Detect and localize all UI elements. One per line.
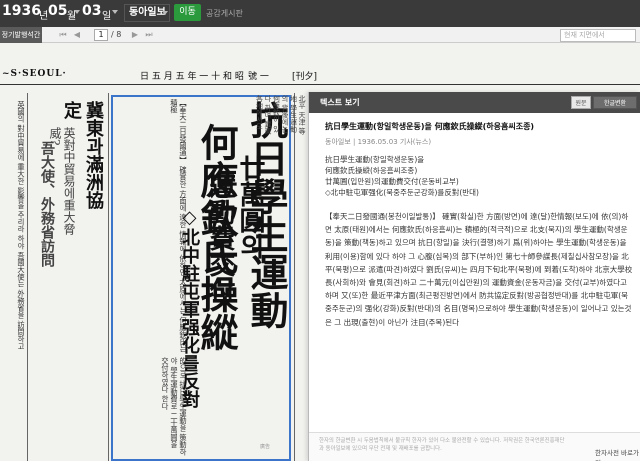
- masthead-seoul: ~S·SEOUL·: [2, 69, 67, 79]
- subhead-line: 廿萬圓(입만원)의運動費交付(운동비교부): [325, 177, 459, 186]
- text-view-panel: 텍스트 보기 원문 한글변환 抗日學生運動(항일학생운동)을 何應欽氏操縱(하응…: [308, 92, 640, 461]
- masthead-date: 日 五 月 五 年 一 十 和 昭: [140, 72, 244, 82]
- chevron-down-icon[interactable]: [74, 10, 80, 14]
- left-headline-third: 吾大使、外務省訪問: [39, 141, 55, 267]
- date-navigation-bar: 1936 년 05 월 03 일 동아일보 이동 공감게시판: [0, 0, 640, 27]
- masthead-edition: [刊夕]: [292, 72, 318, 82]
- chevron-down-icon[interactable]: [162, 11, 168, 15]
- subhead-line: ◇北中駐屯軍强化(북중주둔군강화)를反對(반대): [325, 188, 479, 197]
- year-select[interactable]: 1936: [2, 3, 41, 22]
- notice-board-link[interactable]: 공감게시판: [206, 8, 243, 19]
- masthead-issue: 號 一: [248, 72, 269, 82]
- last-page-icon[interactable]: ⏭: [144, 30, 154, 40]
- prev-page-icon[interactable]: ◀: [72, 30, 82, 40]
- ad-mark: 廣告: [260, 444, 271, 450]
- edition-tab[interactable]: 정기발행석간: [0, 27, 42, 43]
- original-text-button[interactable]: 원문: [571, 96, 591, 109]
- chevron-down-icon[interactable]: [112, 10, 118, 14]
- panel-title: 텍스트 보기: [320, 98, 360, 107]
- month-select[interactable]: 05: [48, 3, 67, 22]
- column-divider: [294, 93, 295, 461]
- article-title: 抗日學生運動(항일학생운동)을 何應欽氏操縱(하응흠씨조종): [325, 122, 535, 131]
- search-input[interactable]: 현재 지면에서: [560, 29, 636, 42]
- article-subhead-3: ◇北中駐屯軍强化를反對: [179, 207, 200, 408]
- left-column-text: 英國의 對中貿易에 重大한 影響을 주리라 하야 吾國大使는 外務省을 訪問하고: [17, 101, 26, 350]
- article-meta: 동아일보 | 1936.05.03 기사(뉴스): [325, 138, 432, 146]
- page-toolbar: 정기발행석간 ⏮ ◀ 1 / 8 ▶ ⏭ 현재 지면에서: [0, 27, 640, 43]
- masthead-rule: [0, 84, 640, 85]
- article-subhead-1: 廿萬圓의: [235, 155, 265, 259]
- next-page-icon[interactable]: ▶: [130, 30, 140, 40]
- year-unit: 년: [39, 11, 49, 22]
- column-divider: [108, 93, 109, 461]
- article-subhead-2: 運動費交付: [205, 173, 235, 303]
- move-button[interactable]: 이동: [174, 4, 201, 21]
- left-headline-sub: 英對中貿易에重大脅威?: [48, 127, 76, 235]
- day-unit: 일: [102, 11, 112, 22]
- page-number-input[interactable]: 1: [94, 29, 108, 41]
- panel-body: 抗日學生運動(항일학생운동)을 何應欽氏操縱(하응흠씨조종) 동아일보 | 19…: [325, 121, 633, 329]
- first-page-icon[interactable]: ⏮: [58, 30, 68, 40]
- subhead-line: 何應欽氏操縱(하응흠씨조종): [325, 166, 418, 175]
- masthead: ~S·SEOUL· 日 五 月 五 年 一 十 和 昭 號 一 [刊夕]: [0, 63, 640, 87]
- article-body: 【奉天二日發國通(봉천이일발통)】 確實(확실)한 方面(방면)에 達(달)한情…: [325, 212, 633, 327]
- hangul-convert-button[interactable]: 한글변환: [593, 96, 637, 109]
- left-headline-main: 冀東과滿洲協定: [61, 101, 104, 209]
- panel-footer: 한자의 한글변환 시 두음법칙에서 불규칙 한자가 있어 다소 불완전할 수 있…: [309, 432, 640, 461]
- panel-header: 텍스트 보기 원문 한글변환: [309, 92, 640, 113]
- page-total: / 8: [111, 30, 122, 39]
- column-divider: [27, 93, 28, 461]
- subhead-line: 抗日學生運動(항일학생운동)을: [325, 155, 425, 164]
- article-subheads: 抗日學生運動(항일학생운동)을 何應欽氏操縱(하응흠씨조종) 廿萬圓(입만원)의…: [325, 154, 633, 198]
- day-select[interactable]: 03: [82, 3, 102, 22]
- footer-notice: 한자의 한글변환 시 두음법칙에서 불규칙 한자가 있어 다소 불완전할 수 있…: [319, 438, 565, 452]
- hanja-dictionary-link[interactable]: 한자사전 바로가기: [595, 447, 640, 461]
- right-column-text: 北平 天津 等地 學生運動의 背後에는 何應欽이 있다 하며 冀東 各地에서도: [255, 95, 307, 135]
